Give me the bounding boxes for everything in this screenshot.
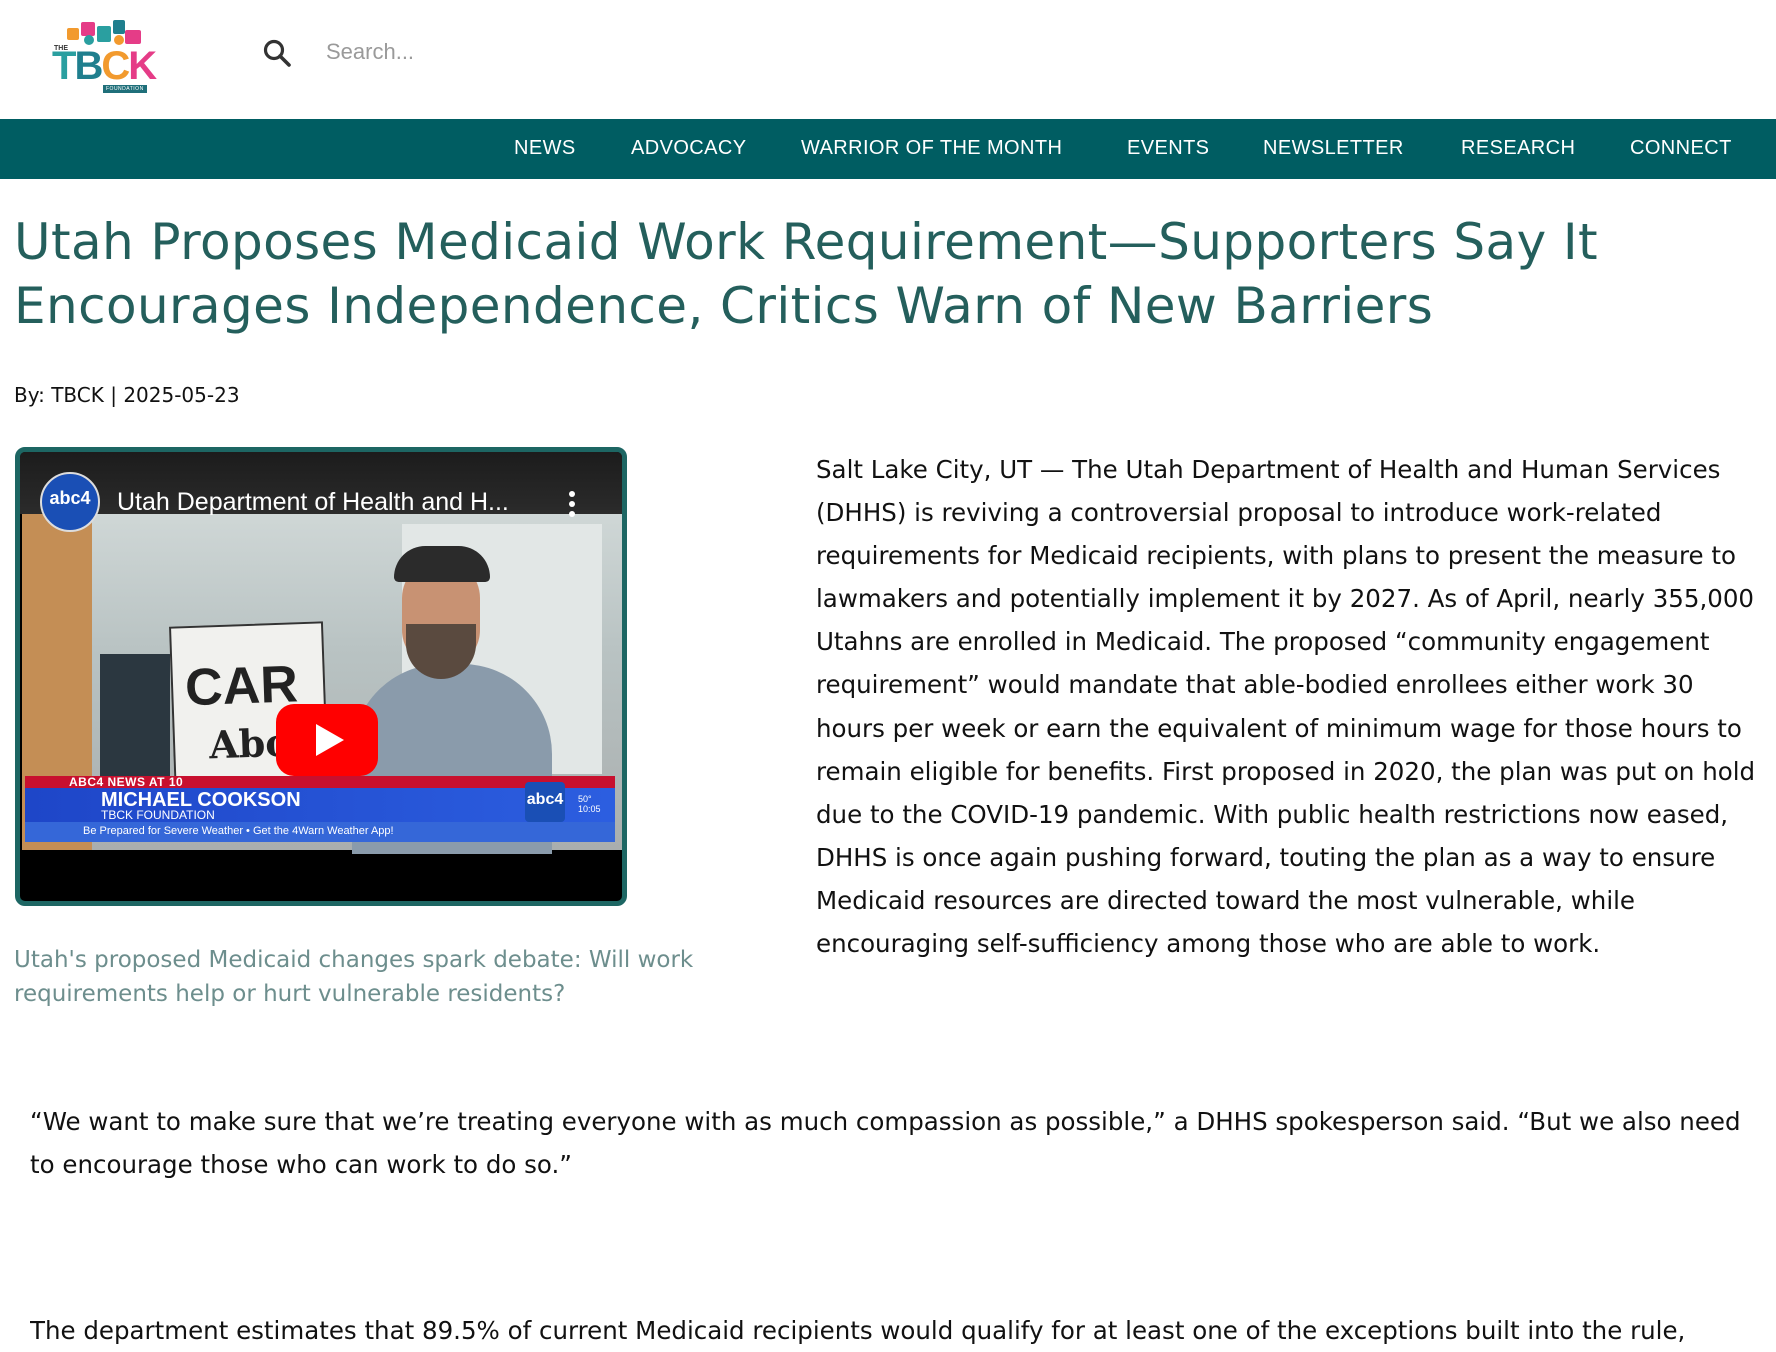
- play-icon[interactable]: [276, 704, 378, 776]
- nav-item-advocacy[interactable]: ADVOCACY: [631, 137, 746, 160]
- nav-item-newsletter[interactable]: NEWSLETTER: [1263, 137, 1404, 160]
- nav-item-warrior-of-the-month[interactable]: WARRIOR OF THE MONTH: [801, 137, 1062, 160]
- tbck-logo[interactable]: THE TBCK FOUNDATION: [50, 18, 160, 94]
- nav-item-connect[interactable]: CONNECT: [1630, 137, 1732, 160]
- search-input[interactable]: [324, 32, 748, 72]
- nav-item-news[interactable]: NEWS: [514, 137, 576, 160]
- article-quote: “We want to make sure that we’re treatin…: [30, 1107, 1741, 1179]
- lower-third-org: TBCK FOUNDATION: [101, 808, 215, 822]
- station-bug: abc4: [525, 782, 565, 822]
- video-title[interactable]: Utah Department of Health and H...: [117, 488, 537, 517]
- video-embed[interactable]: CAR About ABC4 NEWS AT 10 MICHAEL COOKSO…: [15, 447, 627, 906]
- lower-third-ticker: Be Prepared for Severe Weather • Get the…: [83, 825, 394, 837]
- logo-wordmark: TBCK: [52, 44, 157, 88]
- search-bar: [262, 28, 762, 74]
- more-vertical-icon[interactable]: [568, 490, 576, 518]
- channel-avatar[interactable]: abc4: [40, 472, 100, 532]
- scene-person-cap: [394, 546, 490, 582]
- article-paragraph-3: The department estimates that 89.5% of c…: [30, 1316, 1686, 1345]
- video-frame: CAR About ABC4 NEWS AT 10 MICHAEL COOKSO…: [22, 514, 622, 854]
- video-caption: Utah's proposed Medicaid changes spark d…: [14, 947, 694, 1007]
- article-byline: By: TBCK | 2025-05-23: [14, 383, 240, 407]
- logo-foundation-text: FOUNDATION: [103, 85, 147, 93]
- nav-item-research[interactable]: RESEARCH: [1461, 137, 1575, 160]
- temp-time: 50° 10:05: [578, 794, 601, 814]
- lower-third: ABC4 NEWS AT 10 MICHAEL COOKSON TBCK FOU…: [25, 775, 615, 842]
- nav-item-events[interactable]: EVENTS: [1127, 137, 1209, 160]
- main-nav: NEWS ADVOCACY WARRIOR OF THE MONTH EVENT…: [0, 119, 1776, 179]
- lower-third-show: ABC4 NEWS AT 10: [69, 775, 184, 789]
- search-icon[interactable]: [262, 38, 292, 68]
- article-paragraph-1: Salt Lake City, UT — The Utah Department…: [816, 455, 1756, 959]
- article-title: Utah Proposes Medicaid Work Requirement—…: [14, 213, 1599, 335]
- site-header: THE TBCK FOUNDATION: [0, 0, 1776, 119]
